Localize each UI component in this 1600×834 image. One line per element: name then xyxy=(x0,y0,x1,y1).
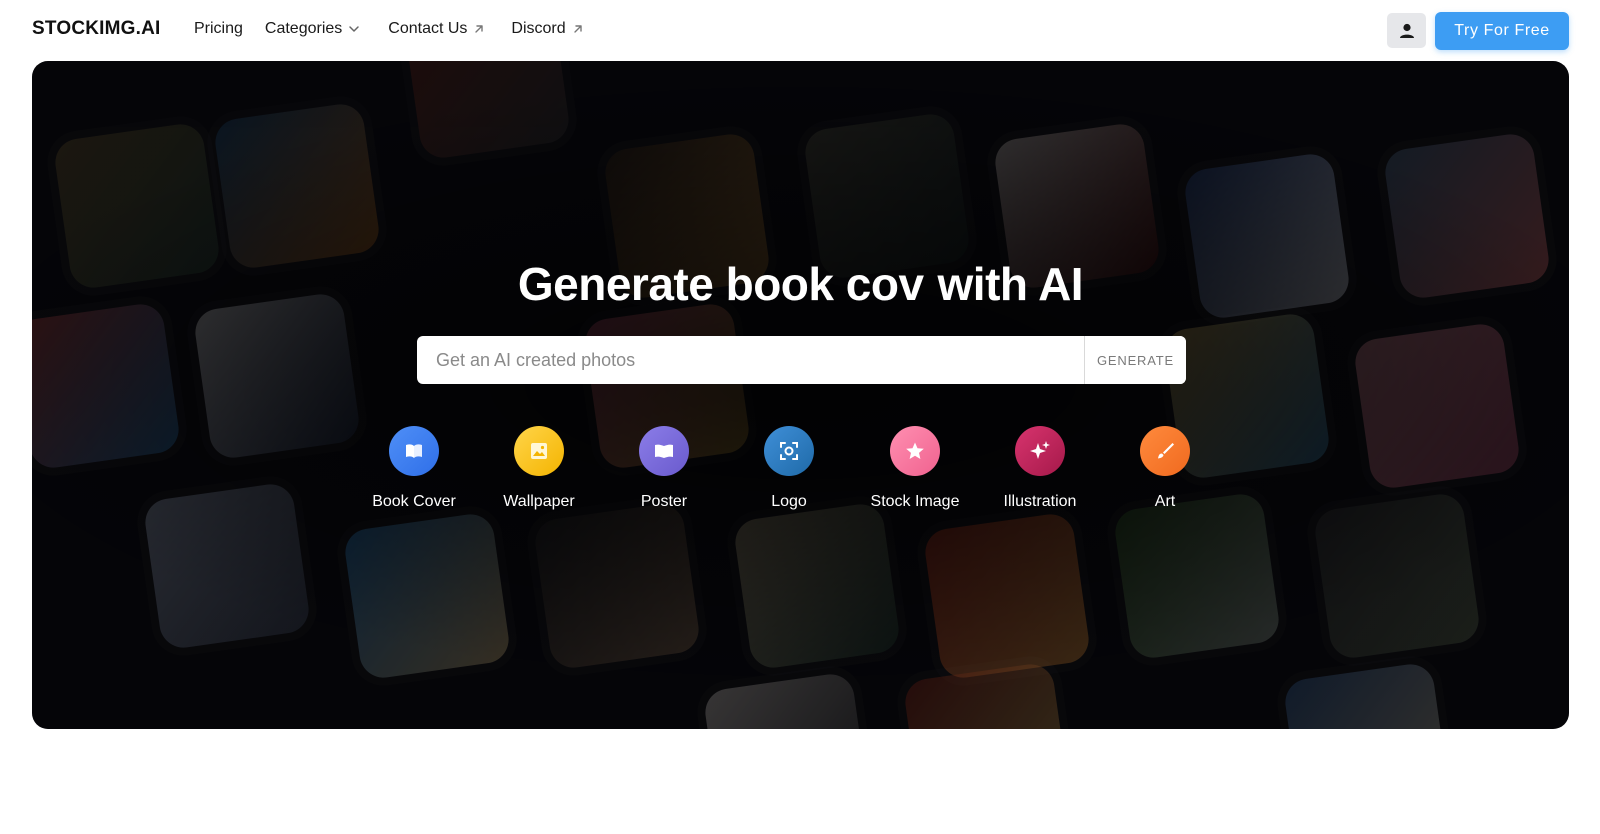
hero-headline: Generate book cov with AI xyxy=(32,257,1569,311)
prompt-search-bar: GENERATE xyxy=(417,336,1186,384)
try-for-free-button[interactable]: Try For Free xyxy=(1435,12,1569,50)
brand-logo[interactable]: STOCKIMG.AI xyxy=(32,18,161,40)
category-stock-image[interactable]: Stock Image xyxy=(860,426,970,514)
category-label: Art xyxy=(1154,493,1176,510)
user-account-button[interactable] xyxy=(1387,13,1426,48)
image-icon xyxy=(514,426,564,476)
category-poster[interactable]: Poster xyxy=(609,426,719,514)
category-book-cover[interactable]: Book Cover xyxy=(359,426,469,514)
external-link-icon xyxy=(573,25,582,33)
focus-icon xyxy=(764,426,814,476)
category-label: Book Cover xyxy=(372,493,456,510)
category-wallpaper[interactable]: Wallpaper xyxy=(484,426,594,514)
category-label: Wallpaper xyxy=(503,493,575,510)
nav-link-categories-label: Categories xyxy=(264,20,343,37)
category-illustration[interactable]: Illustration xyxy=(985,426,1095,514)
category-label: Illustration xyxy=(1003,493,1077,510)
generate-button[interactable]: GENERATE xyxy=(1084,336,1186,384)
nav-link-contact-us[interactable]: Contact Us xyxy=(388,20,485,38)
external-link-icon xyxy=(475,25,484,33)
background-overlay xyxy=(32,61,1569,729)
brush-icon xyxy=(1140,426,1190,476)
category-label: Poster xyxy=(640,493,688,510)
hero-section: Generate book covwith AI GENERATE Book C… xyxy=(32,61,1569,729)
user-icon xyxy=(1399,23,1414,38)
nav-link-contact-us-label: Contact Us xyxy=(388,20,468,37)
poster-icon xyxy=(639,426,689,476)
star-icon xyxy=(890,426,940,476)
nav-link-pricing-label: Pricing xyxy=(194,20,243,37)
category-logo[interactable]: Logo xyxy=(734,426,844,514)
nav-link-discord[interactable]: Discord xyxy=(511,20,583,38)
hero-headline-part2: with AI xyxy=(937,258,1084,310)
nav-links: Pricing Categories Contact Us Discord xyxy=(194,20,584,38)
nav-link-discord-label: Discord xyxy=(511,20,566,37)
hero-headline-part1: Generate book cov xyxy=(517,258,924,310)
sparkles-icon xyxy=(1015,426,1065,476)
nav-link-categories[interactable]: Categories xyxy=(265,20,360,38)
category-art[interactable]: Art xyxy=(1110,426,1220,514)
prompt-input[interactable] xyxy=(417,336,1084,384)
category-label: Logo xyxy=(771,493,807,510)
chevron-down-icon xyxy=(349,26,360,32)
category-label: Stock Image xyxy=(870,493,960,510)
nav-link-pricing[interactable]: Pricing xyxy=(194,20,243,38)
book-icon xyxy=(389,426,439,476)
top-navbar: STOCKIMG.AI Pricing Categories Contact U… xyxy=(0,0,1600,60)
